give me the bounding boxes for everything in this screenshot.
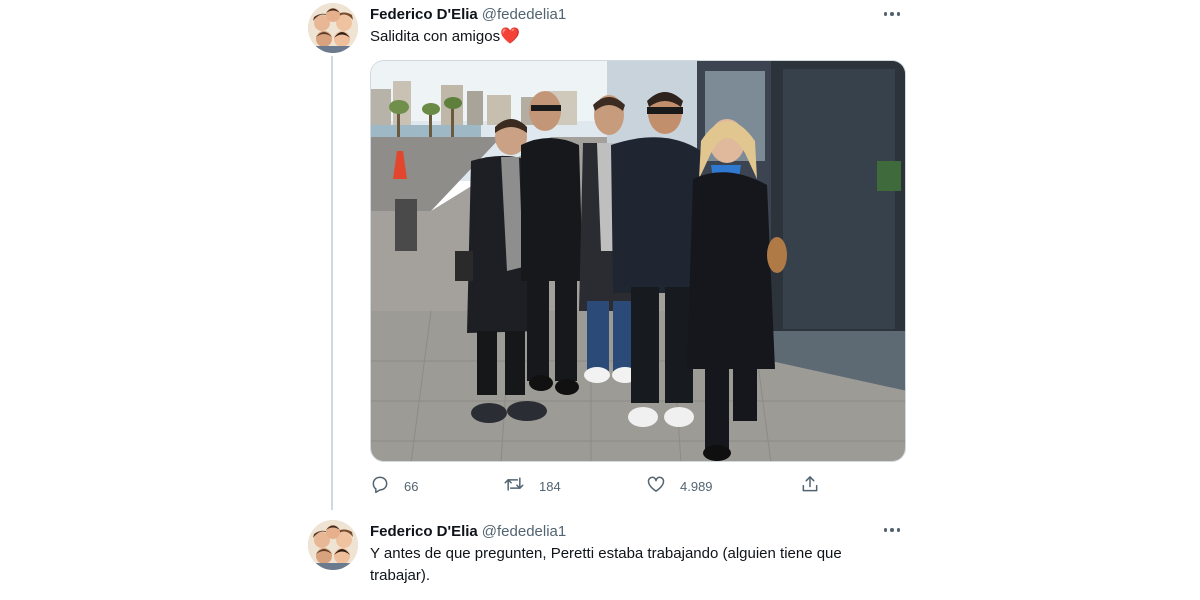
more-horizontal-icon[interactable] bbox=[880, 4, 904, 24]
retweet-icon[interactable] bbox=[503, 474, 525, 499]
thread-line bbox=[331, 56, 333, 510]
tweet[interactable]: Federico D'Elia @fededelia1 Y antes de q… bbox=[300, 516, 920, 600]
like-count: 4.989 bbox=[680, 479, 713, 494]
tweet-actions: 66 184 4.989 bbox=[370, 474, 820, 498]
tweet-photo[interactable] bbox=[370, 60, 906, 462]
tweet-header: Federico D'Elia @fededelia1 bbox=[370, 4, 566, 24]
retweet-count: 184 bbox=[539, 479, 561, 494]
avatar[interactable] bbox=[308, 520, 358, 570]
tweet-header: Federico D'Elia @fededelia1 bbox=[370, 521, 566, 541]
like-button[interactable]: 4.989 bbox=[646, 474, 713, 499]
reply-icon[interactable] bbox=[370, 474, 390, 499]
heart-emoji: ❤️ bbox=[500, 28, 520, 45]
share-icon[interactable] bbox=[800, 474, 820, 499]
like-heart-icon[interactable] bbox=[646, 474, 666, 499]
tweet-text: Salidita con amigos❤️ bbox=[370, 26, 520, 48]
author-handle[interactable]: @fededelia1 bbox=[482, 523, 566, 540]
retweet-button[interactable]: 184 bbox=[503, 474, 561, 499]
tweet[interactable]: Federico D'Elia @fededelia1 Salidita con… bbox=[300, 0, 920, 510]
reply-button[interactable]: 66 bbox=[370, 474, 418, 499]
tweet-text-body: Salidita con amigos bbox=[370, 28, 501, 45]
author-name[interactable]: Federico D'Elia bbox=[370, 523, 478, 540]
author-handle[interactable]: @fededelia1 bbox=[482, 6, 566, 23]
reply-count: 66 bbox=[404, 479, 419, 494]
avatar[interactable] bbox=[308, 3, 358, 53]
share-button[interactable] bbox=[800, 474, 820, 499]
author-name[interactable]: Federico D'Elia bbox=[370, 6, 478, 23]
tweet-text: Y antes de que pregunten, Peretti estaba… bbox=[370, 545, 842, 584]
more-horizontal-icon[interactable] bbox=[880, 520, 904, 540]
